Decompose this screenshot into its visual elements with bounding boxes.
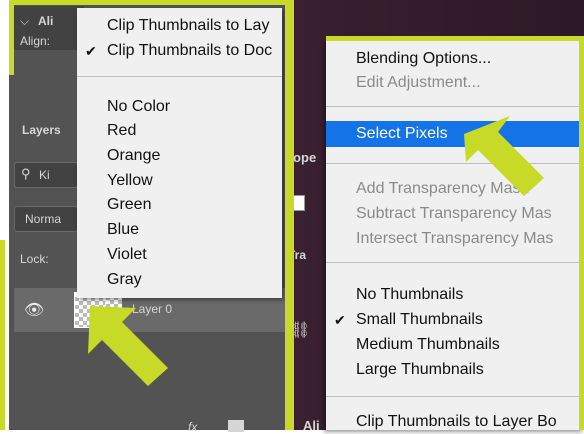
menu-separator (77, 76, 282, 77)
color-red[interactable]: Red (77, 119, 282, 143)
check-mark-icon: ✔ (85, 43, 97, 59)
annotation-border-left-panel-top (9, 0, 290, 5)
annotation-border-right-panel-right (579, 36, 584, 430)
left-context-menu: ✔ Clip Thumbnails to Lay ✔ Clip Thumbnai… (77, 8, 282, 298)
blend-mode-value: Norma (25, 212, 62, 226)
annotation-arrow-layer-thumbnail (88, 306, 168, 386)
menu-item-blending-options[interactable]: Blending Options... (326, 47, 584, 71)
color-green[interactable]: Green (77, 193, 282, 217)
menu-separator (326, 262, 584, 263)
menu-item-label: Medium Thumbnails (356, 336, 500, 353)
menu-item-label: Clip Thumbnails to Doc (107, 42, 273, 59)
annotation-border-left-panel-left (9, 0, 14, 75)
check-mark-icon: ✔ (334, 312, 346, 328)
color-yellow[interactable]: Yellow (77, 169, 282, 193)
visibility-eye-icon[interactable]: 👁 (24, 300, 44, 320)
menu-item-edit-adjustment: Edit Adjustment... (356, 74, 481, 91)
color-orange[interactable]: Orange (77, 144, 282, 168)
lock-label: Lock: (20, 252, 49, 266)
menu-item-no-thumbnails[interactable]: No Thumbnails (326, 283, 584, 307)
menu-item-clip-thumbnails-layer-bounds[interactable]: Clip Thumbnails to Layer Bo (326, 410, 584, 434)
search-icon: ⚲ (21, 166, 31, 181)
menu-item-subtract-transparency-mask: Subtract Transparency Mas (356, 205, 552, 222)
annotation-border-left-side (0, 240, 5, 430)
menu-item-clip-thumbnails-doc[interactable]: ✔ Clip Thumbnails to Doc (77, 39, 282, 63)
chevron-down-icon[interactable]: ⌵ (20, 14, 29, 29)
color-gray[interactable]: Gray (77, 268, 282, 292)
annotation-arrow-select-pixels (464, 116, 544, 196)
menu-item-large-thumbnails[interactable]: Large Thumbnails (326, 358, 584, 382)
annotation-border-right-panel-left (290, 0, 294, 430)
menu-item-label: Large Thumbnails (356, 361, 484, 378)
menu-item-clip-thumbnails-layer[interactable]: ✔ Clip Thumbnails to Lay (77, 14, 282, 38)
menu-item-medium-thumbnails[interactable]: Medium Thumbnails (326, 333, 584, 357)
align-header-label: Ali (38, 14, 54, 28)
color-blue[interactable]: Blue (77, 218, 282, 242)
color-no-color[interactable]: No Color (77, 95, 282, 119)
color-violet[interactable]: Violet (77, 243, 282, 267)
layers-tab[interactable]: Layers (22, 123, 61, 137)
menu-item-label: No Thumbnails (356, 286, 464, 303)
layer-search-input[interactable]: ⚲ Ki (14, 162, 78, 188)
menu-item-intersect-transparency-mask: Intersect Transparency Mas (356, 230, 554, 247)
menu-separator (326, 106, 584, 107)
right-context-menu: Blending Options... Edit Adjustment... S… (326, 40, 584, 430)
menu-item-label: Clip Thumbnails to Lay (107, 17, 270, 34)
align-label: Align: (20, 34, 51, 48)
annotation-border-right-panel-top (326, 36, 584, 41)
menu-separator (326, 396, 584, 397)
bottom-align-label: Ali (303, 418, 320, 433)
blend-mode-dropdown[interactable]: Norma (14, 206, 78, 232)
menu-item-small-thumbnails[interactable]: ✔ Small Thumbnails (326, 308, 584, 332)
menu-item-label: Small Thumbnails (356, 311, 483, 328)
add-mask-icon[interactable] (228, 420, 244, 432)
search-placeholder: Ki (39, 168, 50, 182)
bottom-fx-button[interactable]: fx (188, 420, 197, 434)
align-header-row[interactable]: ⌵ Ali Align: (14, 6, 84, 50)
